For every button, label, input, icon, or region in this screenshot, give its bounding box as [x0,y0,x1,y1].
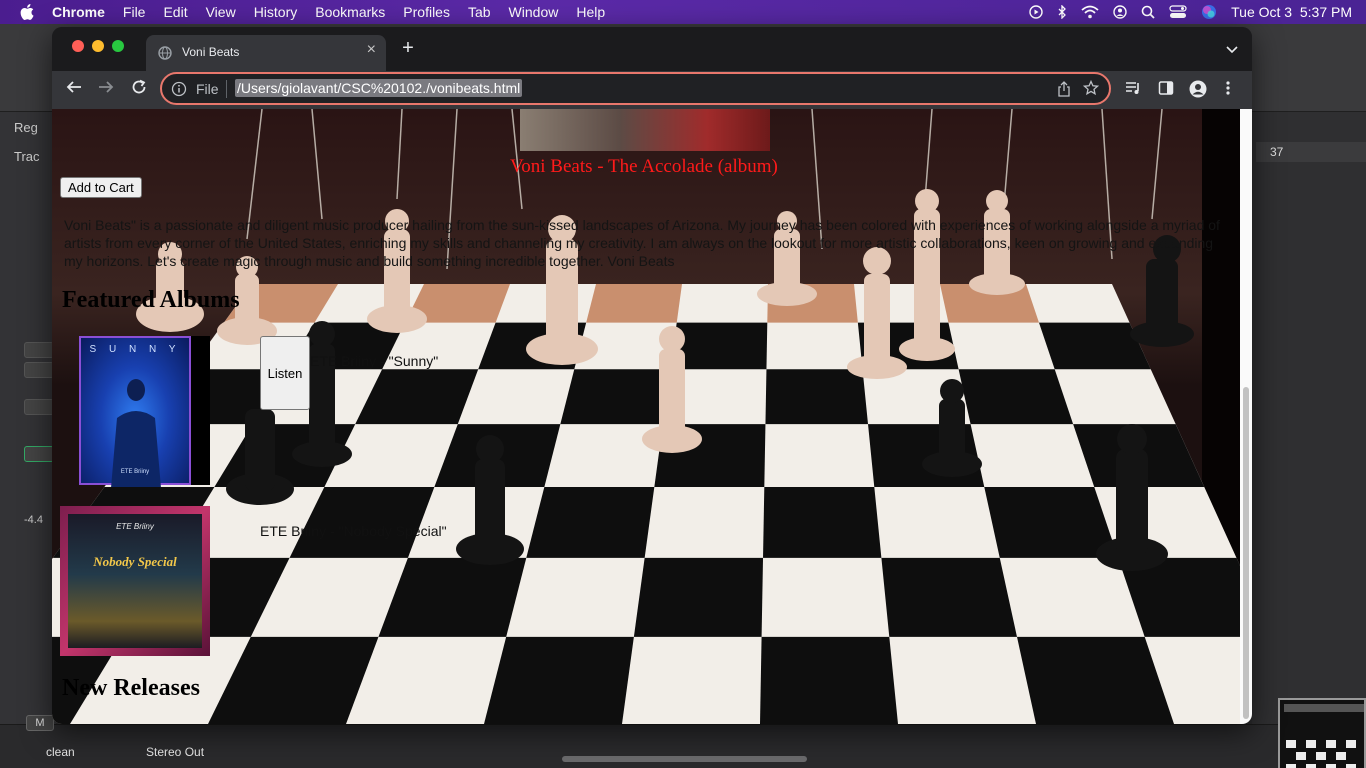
sunny-cover-figure [111,379,161,487]
board-squares [52,284,1240,724]
daw-read-button[interactable] [24,446,54,462]
board-square [633,557,764,637]
apple-menu-icon[interactable] [20,4,36,20]
page-scrollbar-thumb[interactable] [1243,387,1249,719]
address-separator [226,80,227,98]
menu-history[interactable]: History [254,4,298,20]
media-queue-icon[interactable] [1125,80,1141,101]
bookmark-star-icon[interactable] [1082,79,1100,101]
daw-stereo-button[interactable] [24,399,54,415]
menu-tab[interactable]: Tab [468,4,491,20]
board-square [763,486,882,558]
daw-channel-clean: clean [46,745,75,759]
artist-bio-text: Voni Beats" is a passionate and diligent… [64,217,1220,269]
daw-bus-button-2[interactable] [24,362,54,378]
user-account-icon[interactable] [1113,5,1127,19]
album-cover-sunny[interactable]: S U N N Y ETE Briiny [79,336,210,487]
wifi-icon[interactable] [1081,5,1099,19]
daw-track-label[interactable]: Trac [14,149,40,164]
window-minimize-button[interactable] [92,40,104,52]
nobody-special-cover-title: Nobody Special [93,554,177,569]
board-square [560,369,671,425]
clock-datetime[interactable]: Tue Oct 3 5:37 PM [1231,4,1352,20]
board-square [760,636,898,724]
page-scrollbar[interactable] [1240,109,1252,724]
page-viewport: Voni Beats - The Accolade (album) Add to… [52,109,1252,724]
board-square [484,636,634,724]
daw-inspector: Reg Trac -4.4 [0,112,56,768]
window-close-button[interactable] [72,40,84,52]
share-icon[interactable] [1057,81,1071,102]
globe-icon [158,46,172,63]
screenshot-thumbnail[interactable] [1278,698,1366,768]
album-track-nobody-special: ETE Briiny - "Nobody Special" [260,523,447,539]
board-square [586,284,682,323]
browser-toolbar: File /Users/giolavant/CSC%20102./vonibea… [52,71,1252,109]
chrome-menu-kebab-icon[interactable] [1225,80,1231,101]
new-releases-heading: New Releases [62,675,200,701]
bluetooth-icon[interactable] [1057,5,1067,19]
menu-window[interactable]: Window [509,4,559,20]
address-url-text[interactable]: /Users/giolavant/CSC%20102./vonibeats.ht… [235,79,523,97]
album-cover-nobody-special[interactable]: ETE Briiny Nobody Special [60,506,210,656]
siri-icon[interactable] [1201,4,1217,20]
menu-profiles[interactable]: Profiles [403,4,450,20]
tab-close-icon[interactable]: × [367,41,376,59]
board-square [765,369,869,425]
macos-menu-bar: Chrome File Edit View History Bookmarks … [0,0,1366,24]
menu-help[interactable]: Help [576,4,605,20]
daw-region-label[interactable]: Reg [14,120,38,135]
menu-bookmarks[interactable]: Bookmarks [315,4,385,20]
album-heading: Voni Beats - The Accolade (album) [510,156,778,177]
add-to-cart-button[interactable]: Add to Cart [60,177,142,198]
sunny-cover-art: S U N N Y ETE Briiny [79,336,191,487]
forward-arrow-icon[interactable] [98,79,114,100]
tab-title: Voni Beats [182,45,240,59]
profile-avatar-icon[interactable] [1189,80,1207,103]
address-bar[interactable]: File /Users/giolavant/CSC%20102./vonibea… [160,72,1111,105]
tab-strip: Voni Beats × + [52,27,1252,71]
tab-search-chevron-icon[interactable] [1226,41,1238,59]
nobody-special-cover-art: ETE Briiny Nobody Special [68,514,202,648]
menu-view[interactable]: View [206,4,236,20]
new-tab-button[interactable]: + [398,37,418,60]
listen-button[interactable]: Listen [260,336,310,410]
back-arrow-icon[interactable] [66,79,82,100]
daw-ruler[interactable]: 37 [1256,142,1366,162]
reload-icon[interactable] [131,79,147,100]
address-scheme-label: File [196,81,219,97]
daw-level-readout: -4.4 [24,514,43,526]
album-track-sunny: ETE Briiny - "Sunny" [310,353,439,369]
board-square [526,486,655,558]
daw-mute-button[interactable]: M [26,715,54,731]
chrome-window: Voni Beats × + File /Users/giolavant/CSC… [52,27,1252,724]
board-square [881,557,1017,637]
daw-horizontal-scrollbar[interactable] [562,756,807,762]
menu-edit[interactable]: Edit [163,4,187,20]
site-info-icon[interactable] [171,81,187,102]
tab-voni-beats[interactable]: Voni Beats × [146,35,386,71]
status-area: Tue Oct 3 5:37 PM [1029,0,1352,24]
featured-albums-heading: Featured Albums [62,287,240,313]
sunny-cover-artist: ETE Briiny [120,469,150,475]
control-center-icon[interactable] [1169,5,1187,19]
side-panel-icon[interactable] [1158,80,1174,101]
spotlight-search-icon[interactable] [1141,5,1155,19]
daw-bus-button-1[interactable] [24,342,54,358]
nobody-special-cover-artist: ETE Briiny [116,522,154,531]
daw-channel-stereo-out: Stereo Out [146,745,205,759]
menu-file[interactable]: File [123,4,146,20]
chessboard-background-image [52,109,1240,724]
board-square [958,369,1074,425]
menu-app-name[interactable]: Chrome [52,4,105,20]
daw-tracks-area: 37 [1252,112,1366,768]
window-zoom-button[interactable] [112,40,124,52]
play-status-icon[interactable] [1029,5,1043,19]
album-cover-image [520,109,770,151]
